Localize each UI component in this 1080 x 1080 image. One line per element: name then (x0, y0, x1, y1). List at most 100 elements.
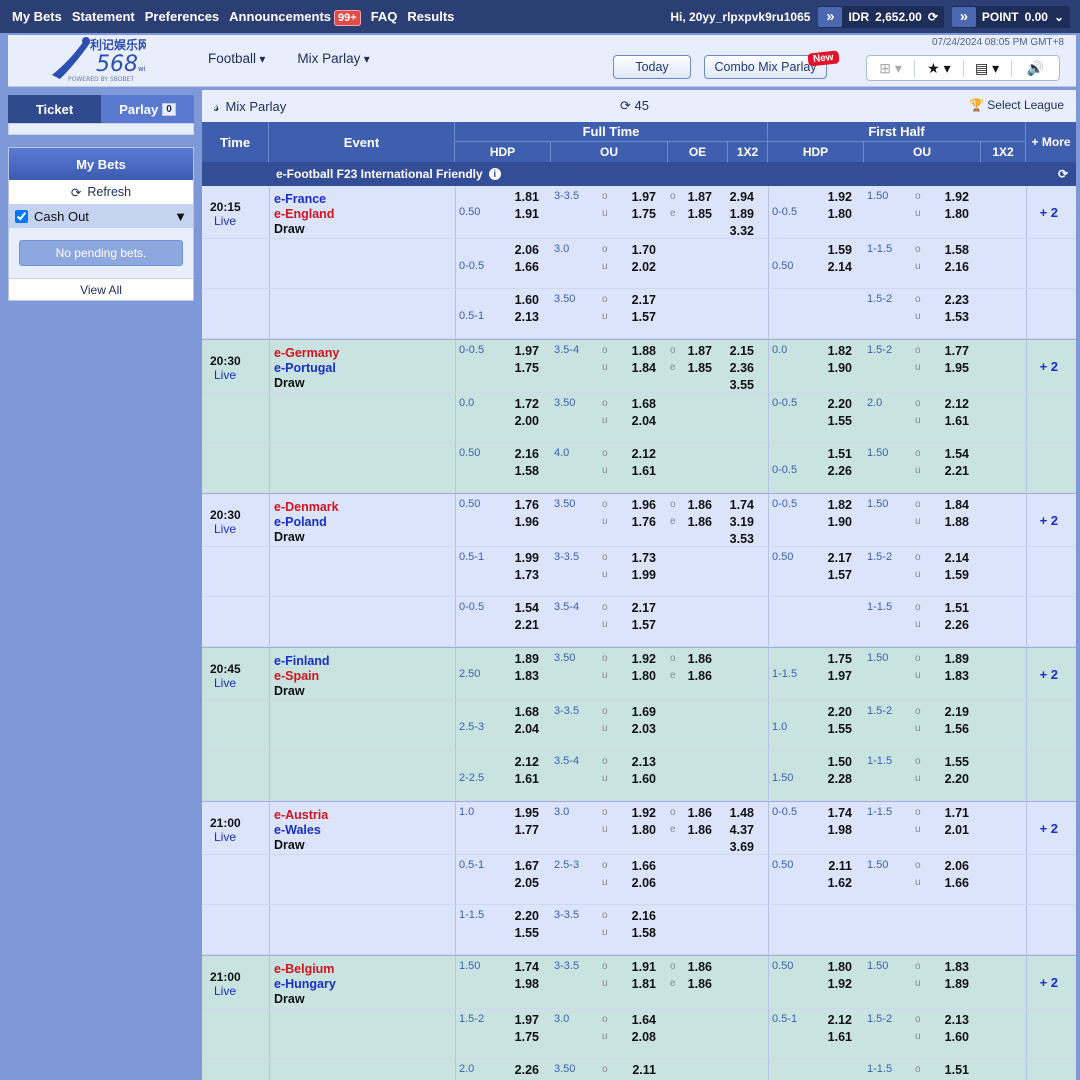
league-refresh-icon[interactable]: ⟳ (1058, 167, 1068, 181)
ft-hdp-home-odds[interactable]: 1.60 (507, 293, 539, 307)
more-bets-link[interactable]: + 2 (1040, 359, 1058, 374)
fh-hdp-away-odds[interactable]: 1.92 (820, 977, 852, 991)
ft-over-odds[interactable]: 1.70 (624, 243, 656, 257)
fh-hdp-away-odds[interactable]: 1.62 (820, 876, 852, 890)
ft-hdp-away-odds[interactable]: 2.04 (507, 722, 539, 736)
ft-under-odds[interactable]: 1.57 (624, 310, 656, 324)
away-team[interactable]: e-England (274, 207, 334, 221)
ft-hdp-away-odds[interactable]: 2.21 (507, 618, 539, 632)
ft-hdp-away-odds[interactable]: 1.91 (507, 207, 539, 221)
top-nav-item[interactable]: Results (407, 9, 454, 24)
ft-hdp-home-odds[interactable]: 2.12 (507, 755, 539, 769)
ft-over-odds[interactable]: 2.13 (624, 755, 656, 769)
fh-over-odds[interactable]: 1.51 (937, 601, 969, 615)
fh-under-odds[interactable]: 1.66 (937, 876, 969, 890)
fh-under-odds[interactable]: 2.20 (937, 772, 969, 786)
away-team[interactable]: e-Hungary (274, 977, 336, 991)
ft-under-odds[interactable]: 2.04 (624, 414, 656, 428)
event-count[interactable]: ⟳ 45 (620, 98, 649, 114)
fh-hdp-home-odds[interactable]: 1.82 (820, 344, 852, 358)
ft-hdp-home-odds[interactable]: 1.95 (507, 806, 539, 820)
fh-under-odds[interactable]: 1.56 (937, 722, 969, 736)
ft-over-odds[interactable]: 1.92 (624, 806, 656, 820)
ft-under-odds[interactable]: 2.06 (624, 876, 656, 890)
view-all-link[interactable]: View All (9, 278, 193, 300)
tab-parlay[interactable]: Parlay 0 (101, 95, 194, 123)
fh-under-odds[interactable]: 1.88 (937, 515, 969, 529)
fh-hdp-home-odds[interactable]: 2.12 (820, 1013, 852, 1027)
ft-hdp-home-odds[interactable]: 1.97 (507, 344, 539, 358)
fh-under-odds[interactable]: 1.95 (937, 361, 969, 375)
fh-hdp-home-odds[interactable]: 1.59 (820, 243, 852, 257)
ft-over-odds[interactable]: 1.92 (624, 652, 656, 666)
odd-odds[interactable]: 1.86 (680, 806, 712, 820)
fh-hdp-away-odds[interactable]: 1.80 (820, 207, 852, 221)
ft-hdp-away-odds[interactable]: 1.73 (507, 568, 539, 582)
ft-hdp-home-odds[interactable]: 1.99 (507, 551, 539, 565)
ft-hdp-home-odds[interactable]: 1.72 (507, 397, 539, 411)
home-team[interactable]: e-Austria (274, 808, 328, 822)
fh-over-odds[interactable]: 2.12 (937, 397, 969, 411)
ft-over-odds[interactable]: 1.91 (624, 960, 656, 974)
even-odds[interactable]: 1.85 (680, 207, 712, 221)
ft-hdp-home-odds[interactable]: 1.89 (507, 652, 539, 666)
ft-under-odds[interactable]: 1.60 (624, 772, 656, 786)
fh-hdp-home-odds[interactable]: 2.11 (820, 859, 852, 873)
top-nav-item[interactable]: FAQ (371, 9, 398, 24)
home-team[interactable]: e-Denmark (274, 500, 339, 514)
fh-hdp-home-odds[interactable]: 2.20 (820, 705, 852, 719)
fh-hdp-home-odds[interactable]: 1.75 (820, 652, 852, 666)
even-odds[interactable]: 1.86 (680, 669, 712, 683)
ft-hdp-home-odds[interactable]: 2.20 (507, 909, 539, 923)
top-nav-item[interactable]: My Bets (12, 9, 62, 24)
ft-over-odds[interactable]: 2.16 (624, 909, 656, 923)
ft-over-odds[interactable]: 1.97 (624, 190, 656, 204)
fh-hdp-away-odds[interactable]: 2.14 (820, 260, 852, 274)
ft-1x2-draw[interactable]: 3.55 (722, 378, 754, 392)
more-bets-link[interactable]: + 2 (1040, 975, 1058, 990)
ft-hdp-away-odds[interactable]: 2.00 (507, 414, 539, 428)
ft-under-odds[interactable]: 1.76 (624, 515, 656, 529)
fh-hdp-away-odds[interactable]: 1.57 (820, 568, 852, 582)
ft-1x2-away[interactable]: 4.37 (722, 823, 754, 837)
ft-1x2-draw[interactable]: 3.53 (722, 532, 754, 546)
even-odds[interactable]: 1.85 (680, 361, 712, 375)
fh-under-odds[interactable]: 2.26 (937, 618, 969, 632)
ft-hdp-away-odds[interactable]: 1.77 (507, 823, 539, 837)
fh-hdp-home-odds[interactable]: 1.74 (820, 806, 852, 820)
ft-hdp-home-odds[interactable]: 1.97 (507, 1013, 539, 1027)
ft-under-odds[interactable]: 2.02 (624, 260, 656, 274)
fh-over-odds[interactable]: 1.89 (937, 652, 969, 666)
ft-under-odds[interactable]: 1.61 (624, 464, 656, 478)
ft-1x2-draw[interactable]: 3.69 (722, 840, 754, 854)
caret-down-icon[interactable]: ▼ (174, 209, 187, 224)
fh-over-odds[interactable]: 1.84 (937, 498, 969, 512)
home-team[interactable]: e-Finland (274, 654, 330, 668)
ft-hdp-away-odds[interactable]: 1.98 (507, 977, 539, 991)
header-more[interactable]: + More (1026, 122, 1076, 162)
ft-over-odds[interactable]: 1.73 (624, 551, 656, 565)
ft-under-odds[interactable]: 2.08 (624, 1030, 656, 1044)
chevron-down-icon[interactable]: ⌄ (1054, 10, 1064, 24)
top-nav-item[interactable]: Statement (72, 9, 135, 24)
fh-hdp-home-odds[interactable]: 1.51 (820, 447, 852, 461)
fh-over-odds[interactable]: 2.06 (937, 859, 969, 873)
ft-1x2-home[interactable]: 2.15 (722, 344, 754, 358)
fh-over-odds[interactable]: 1.58 (937, 243, 969, 257)
select-league-button[interactable]: 🏆 Select League (969, 98, 1064, 112)
even-odds[interactable]: 1.86 (680, 515, 712, 529)
cash-out-checkbox[interactable] (15, 209, 28, 223)
top-nav-item[interactable]: Announcements 99+ (229, 9, 361, 26)
fh-under-odds[interactable]: 2.16 (937, 260, 969, 274)
ft-over-odds[interactable]: 1.96 (624, 498, 656, 512)
fh-hdp-away-odds[interactable]: 1.55 (820, 414, 852, 428)
ft-hdp-home-odds[interactable]: 2.06 (507, 243, 539, 257)
ft-over-odds[interactable]: 1.69 (624, 705, 656, 719)
away-team[interactable]: e-Poland (274, 515, 327, 529)
fh-hdp-away-odds[interactable]: 1.55 (820, 722, 852, 736)
away-team[interactable]: e-Portugal (274, 361, 336, 375)
ft-1x2-home[interactable]: 1.74 (722, 498, 754, 512)
fh-under-odds[interactable]: 2.01 (937, 823, 969, 837)
ft-hdp-away-odds[interactable]: 1.75 (507, 1030, 539, 1044)
more-bets-link[interactable]: + 2 (1040, 821, 1058, 836)
